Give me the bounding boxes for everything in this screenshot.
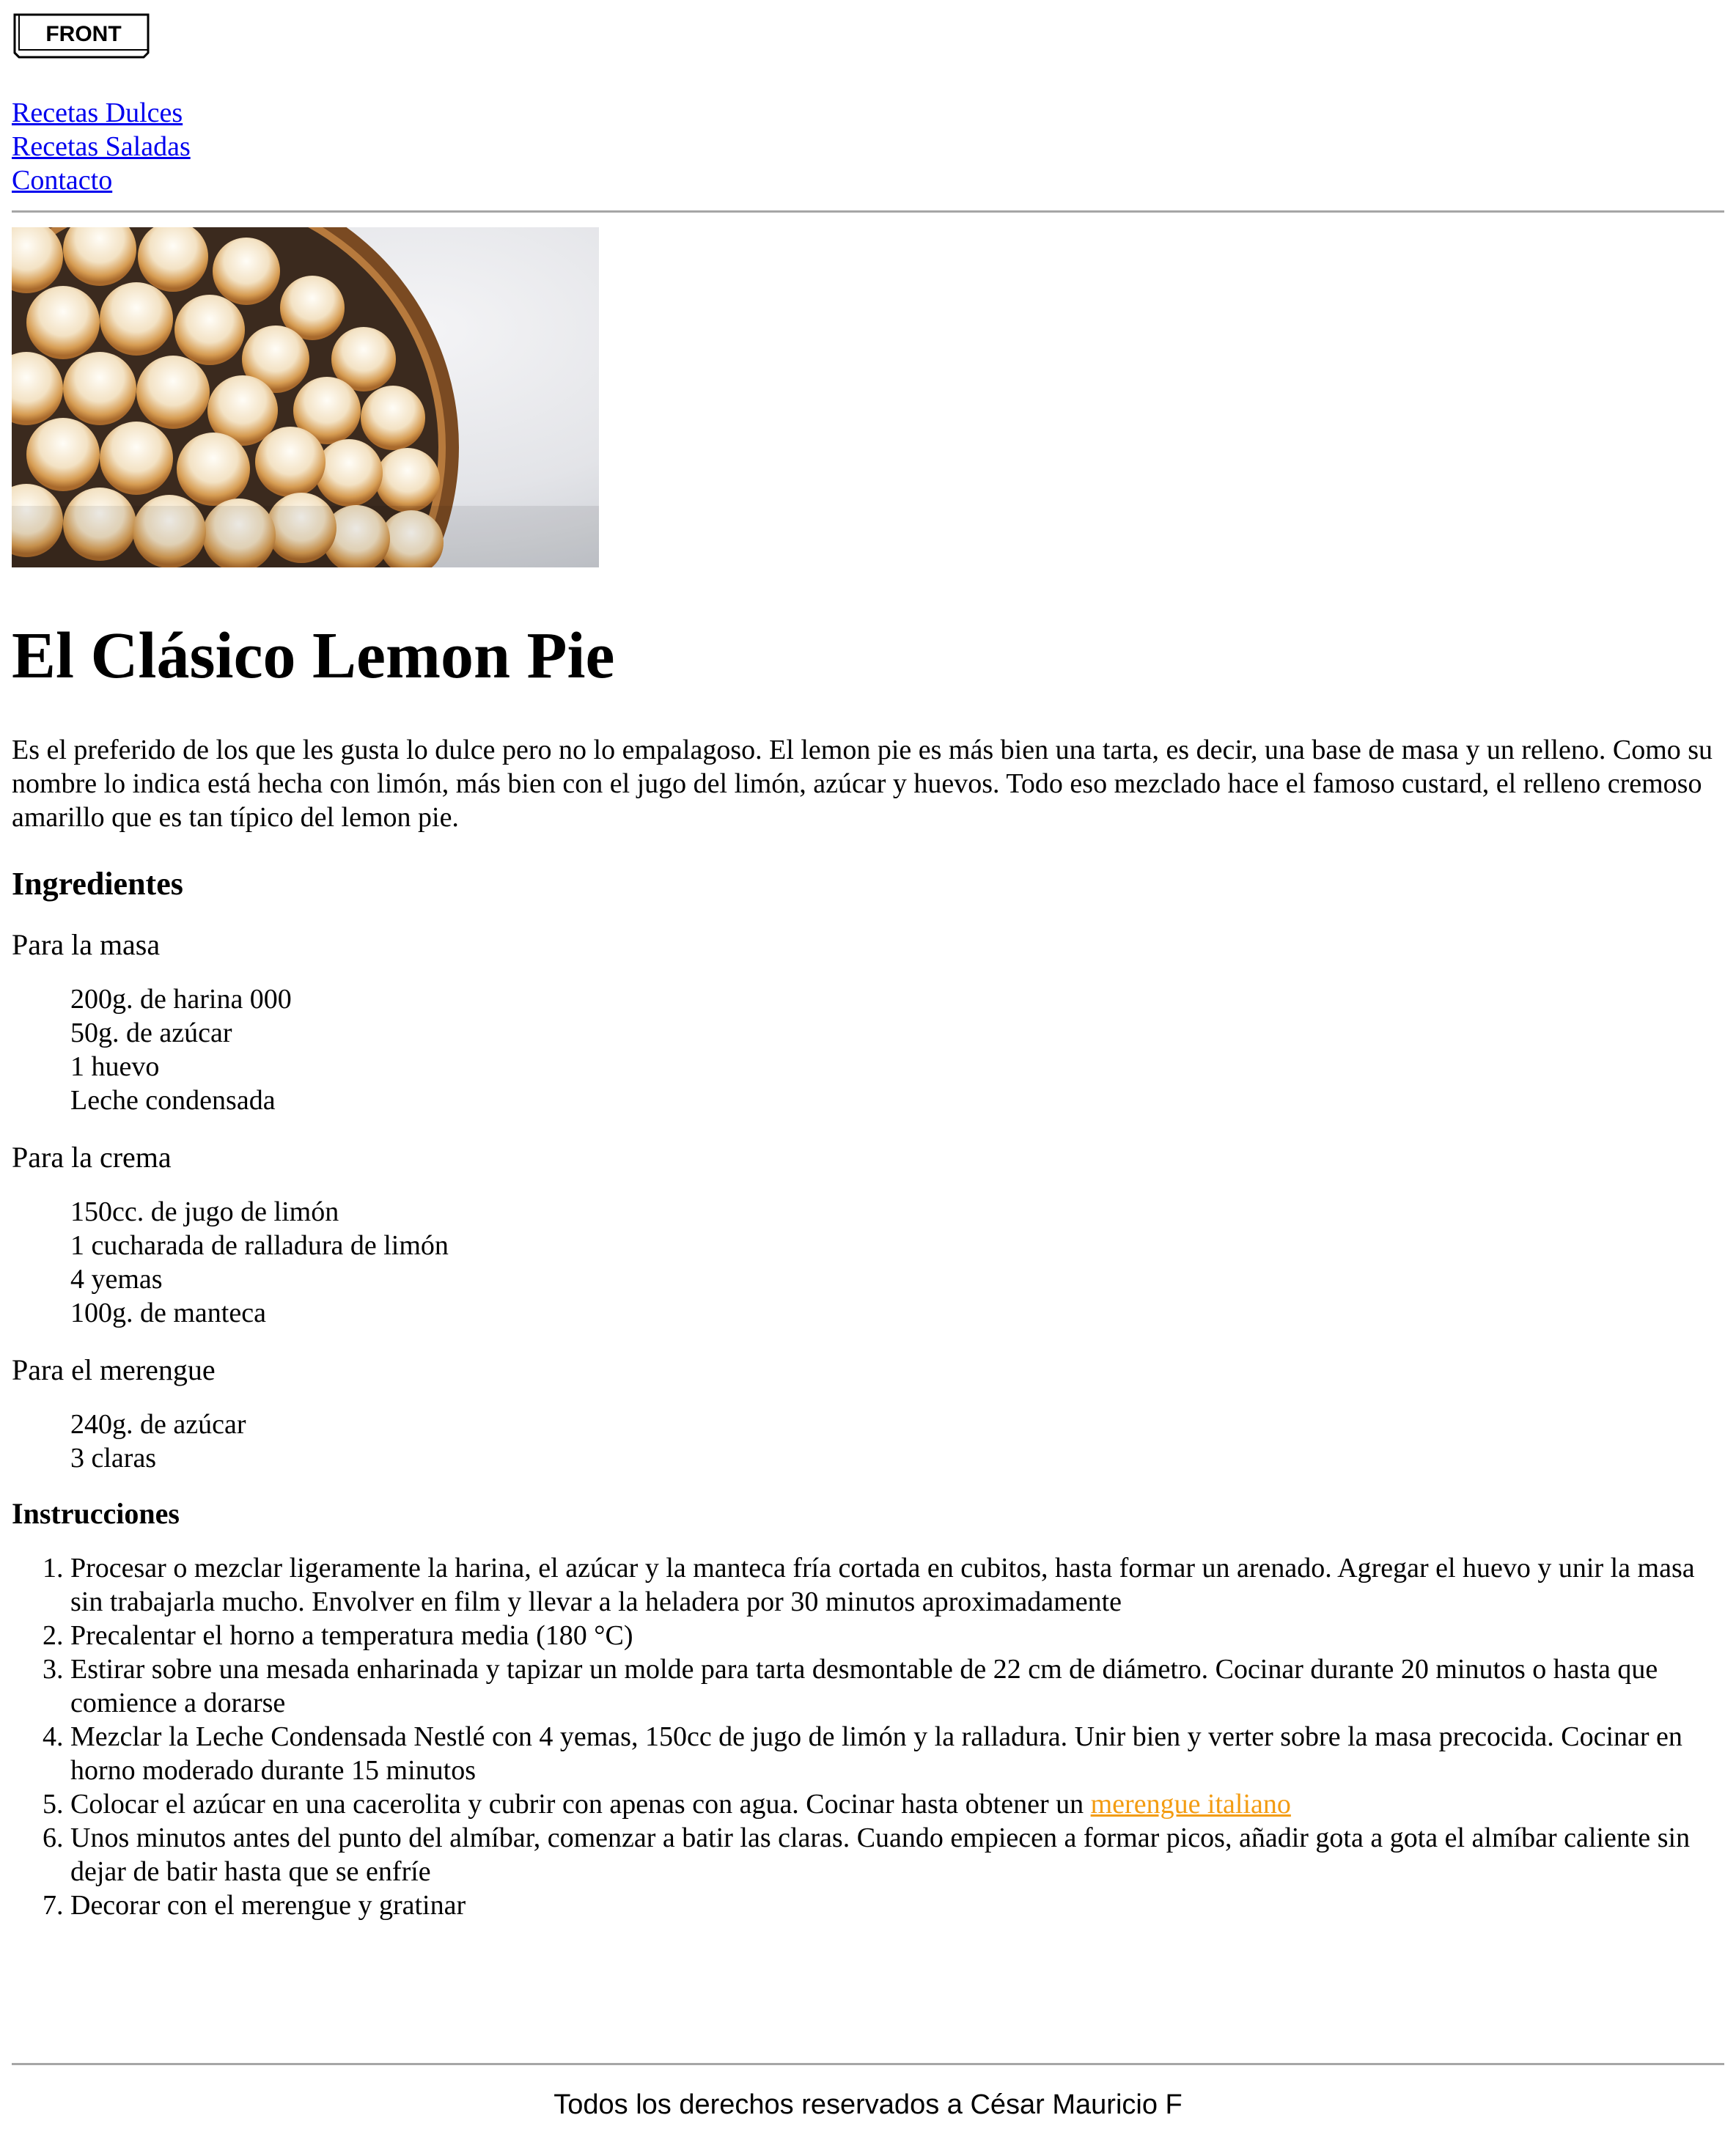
step-3: Estirar sobre una mesada enharinada y ta…: [70, 1652, 1724, 1720]
list-item: 1 cucharada de ralladura de limón: [70, 1230, 449, 1261]
article: El Clásico Lemon Pie Es el preferido de …: [12, 616, 1724, 1922]
footer: Todos los derechos reservados a César Ma…: [0, 2088, 1736, 2122]
header-divider: [12, 210, 1724, 213]
step-text: Decorar con el merengue y gratinar: [70, 1890, 466, 1921]
instructions-heading: Instrucciones: [12, 1497, 180, 1530]
footer-text: Todos los derechos reservados a César Ma…: [553, 2089, 1183, 2120]
ingredients-heading: Ingredientes: [12, 866, 183, 902]
nav-recetas-saladas[interactable]: Recetas Saladas: [12, 130, 191, 163]
lemon-pie-photo: [12, 227, 599, 567]
list-item: 150cc. de jugo de limón: [70, 1196, 339, 1227]
group-heading-crema: Para la crema: [12, 1141, 172, 1174]
step-4: Mezclar la Leche Condensada Nestlé con 4…: [70, 1720, 1724, 1787]
list-item: 1 huevo: [70, 1051, 160, 1082]
footer-divider: [12, 2063, 1724, 2065]
group-heading-masa: Para la masa: [12, 928, 161, 961]
list-item: 100g. de manteca: [70, 1298, 266, 1328]
ingredients-list-crema: 150cc. de jugo de limón 1 cucharada de r…: [12, 1195, 1724, 1330]
front-logo-icon: FRONT: [13, 13, 150, 59]
list-item: 3 claras: [70, 1443, 157, 1474]
step-1: Procesar o mezclar ligeramente la harina…: [70, 1551, 1724, 1619]
list-item: Leche condensada: [70, 1085, 276, 1116]
lemon-pie-image: [12, 227, 599, 567]
logo-text: FRONT: [45, 22, 121, 46]
logo[interactable]: FRONT: [12, 12, 151, 59]
intro-paragraph: Es el preferido de los que les gusta lo …: [12, 735, 1713, 833]
merengue-italiano-link[interactable]: merengue italiano: [1091, 1789, 1291, 1820]
step-text: Precalentar el horno a temperatura media…: [70, 1620, 633, 1651]
list-item: 200g. de harina 000: [70, 984, 292, 1015]
step-6: Unos minutos antes del punto del almíbar…: [70, 1821, 1724, 1888]
list-item: 50g. de azúcar: [70, 1018, 232, 1048]
step-text: Colocar el azúcar en una cacerolita y cu…: [70, 1789, 1091, 1820]
nav-recetas-dulces[interactable]: Recetas Dulces: [12, 96, 191, 130]
ingredients-list-masa: 200g. de harina 000 50g. de azúcar 1 hue…: [12, 982, 1724, 1117]
step-7: Decorar con el merengue y gratinar: [70, 1888, 1724, 1922]
instructions-list: Procesar o mezclar ligeramente la harina…: [12, 1551, 1724, 1922]
nav-contacto[interactable]: Contacto: [12, 163, 191, 197]
step-text: Procesar o mezclar ligeramente la harina…: [70, 1553, 1695, 1617]
main-nav: Recetas Dulces Recetas Saladas Contacto: [12, 96, 191, 197]
step-text: Mezclar la Leche Condensada Nestlé con 4…: [70, 1721, 1682, 1786]
ingredients-list-merengue: 240g. de azúcar 3 claras: [12, 1408, 1724, 1475]
list-item: 240g. de azúcar: [70, 1409, 246, 1440]
group-heading-merengue: Para el merengue: [12, 1353, 216, 1386]
page-title: El Clásico Lemon Pie: [12, 619, 615, 692]
step-text: Estirar sobre una mesada enharinada y ta…: [70, 1654, 1658, 1718]
step-text: Unos minutos antes del punto del almíbar…: [70, 1823, 1691, 1887]
step-2: Precalentar el horno a temperatura media…: [70, 1619, 1724, 1652]
list-item: 4 yemas: [70, 1264, 163, 1295]
step-5: Colocar el azúcar en una cacerolita y cu…: [70, 1787, 1724, 1821]
